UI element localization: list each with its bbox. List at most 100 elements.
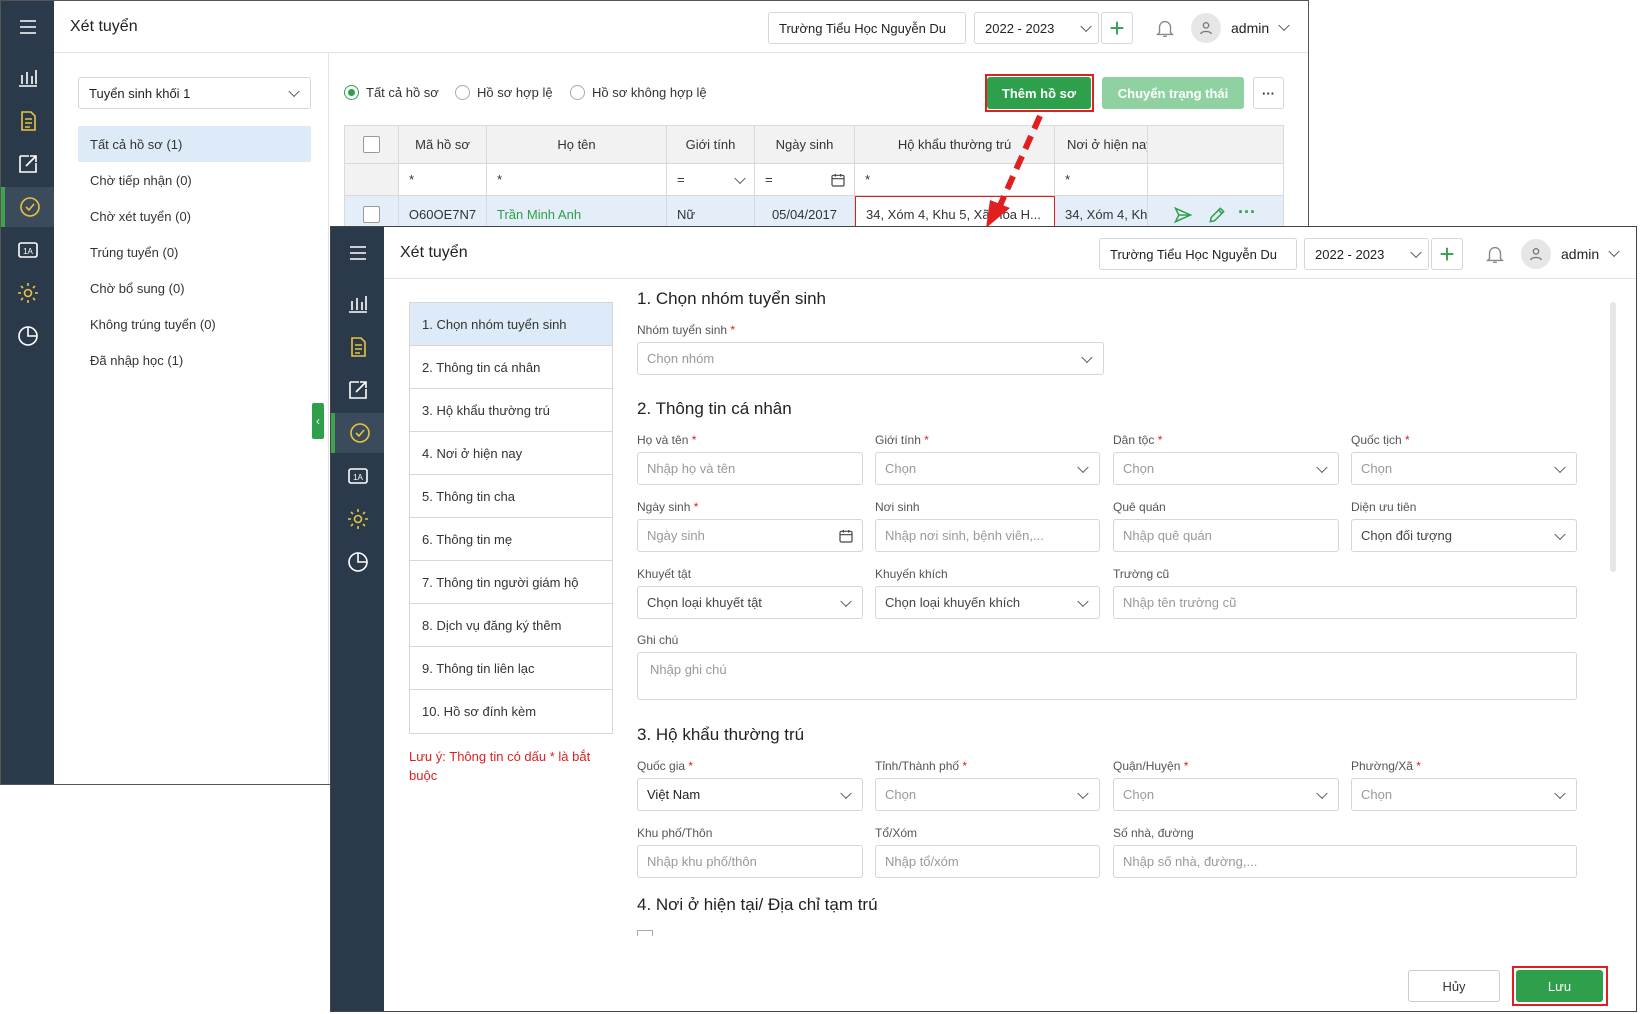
step-item[interactable]: 5. Thông tin cha xyxy=(410,475,612,518)
step-item[interactable]: 2. Thông tin cá nhân xyxy=(410,346,612,389)
cancel-button[interactable]: Hủy xyxy=(1408,970,1500,1002)
add-year-button[interactable]: + xyxy=(1101,12,1133,44)
note-textarea[interactable]: Nhập ghi chú xyxy=(637,652,1577,700)
disability-select[interactable]: Chọn loại khuyết tật xyxy=(637,586,863,619)
user-name[interactable]: admin xyxy=(1561,246,1599,262)
step-item[interactable]: 9. Thông tin liên lạc xyxy=(410,647,612,690)
menu-icon[interactable] xyxy=(1,7,54,47)
street-input[interactable]: Nhập số nhà, đường,... xyxy=(1113,845,1577,878)
pie-chart-icon[interactable] xyxy=(1,316,54,356)
collapse-handle[interactable]: ‹ xyxy=(312,403,324,439)
pie-chart-icon[interactable] xyxy=(331,542,384,582)
column-header[interactable]: Họ tên xyxy=(487,126,667,163)
export-icon[interactable] xyxy=(1,144,54,184)
step-nav: 1. Chọn nhóm tuyển sinh 2. Thông tin cá … xyxy=(409,302,613,734)
avatar[interactable] xyxy=(1191,13,1221,43)
step-item[interactable]: 6. Thông tin mẹ xyxy=(410,518,612,561)
bell-icon[interactable] xyxy=(1154,17,1176,39)
nationality-select[interactable]: Chọn xyxy=(1351,452,1577,485)
school-select[interactable]: Trường Tiểu Học Nguyễn Du xyxy=(768,12,966,44)
tree-item[interactable]: Chờ tiếp nhận (0) xyxy=(78,162,311,198)
hamlet-input[interactable]: Nhập tổ/xóm xyxy=(875,845,1100,878)
menu-icon[interactable] xyxy=(331,233,384,273)
filter-cell[interactable]: = xyxy=(667,164,755,195)
encouragement-select[interactable]: Chọn loại khuyến khích xyxy=(875,586,1100,619)
step-item[interactable]: 3. Hộ khẩu thường trú xyxy=(410,389,612,432)
hometown-input[interactable]: Nhập quê quán xyxy=(1113,519,1339,552)
group-select[interactable]: Tuyển sinh khối 1 xyxy=(78,77,311,109)
birthplace-input[interactable]: Nhập nơi sinh, bệnh viên,... xyxy=(875,519,1100,552)
check-circle-icon[interactable] xyxy=(1,187,54,227)
full-name-input[interactable]: Nhập họ và tên xyxy=(637,452,863,485)
step-item[interactable]: 10. Hồ sơ đính kèm xyxy=(410,690,612,733)
column-header[interactable]: Ngày sinh xyxy=(755,126,855,163)
filter-cell[interactable]: = xyxy=(755,164,855,195)
calendar-icon[interactable] xyxy=(838,528,854,544)
change-status-button[interactable]: Chuyển trạng thái xyxy=(1102,77,1244,109)
column-header[interactable]: Nơi ở hiện nay xyxy=(1055,126,1148,163)
filter-valid[interactable]: Hồ sơ hợp lệ xyxy=(455,85,553,100)
class-icon[interactable]: 1A xyxy=(331,456,384,496)
edit-icon[interactable] xyxy=(1207,205,1227,225)
bell-icon[interactable] xyxy=(1484,243,1506,265)
filter-all[interactable]: Tất cả hồ sơ xyxy=(344,85,439,100)
column-header[interactable]: Giới tính xyxy=(667,126,755,163)
gender-select[interactable]: Chọn xyxy=(875,452,1100,485)
scrollbar[interactable] xyxy=(1610,302,1616,572)
filter-cell[interactable]: * xyxy=(487,164,667,195)
add-year-button[interactable]: + xyxy=(1431,238,1463,270)
year-select[interactable]: 2022 - 2023 xyxy=(974,12,1099,44)
dob-input[interactable]: Ngày sinh xyxy=(637,519,863,552)
tree-item[interactable]: Chờ xét tuyển (0) xyxy=(78,198,311,234)
dashboard-icon[interactable] xyxy=(331,284,384,324)
tree-item[interactable]: Đã nhập học (1) xyxy=(78,342,311,378)
filter-cell[interactable]: * xyxy=(399,164,487,195)
filter-cell[interactable]: * xyxy=(1055,164,1148,195)
step-item[interactable]: 1. Chọn nhóm tuyển sinh xyxy=(410,303,612,346)
gear-icon[interactable] xyxy=(331,499,384,539)
avatar[interactable] xyxy=(1521,239,1551,269)
tree-item[interactable]: Chờ bổ sung (0) xyxy=(78,270,311,306)
tree-item[interactable]: Không trúng tuyển (0) xyxy=(78,306,311,342)
send-icon[interactable] xyxy=(1173,205,1193,225)
gear-icon[interactable] xyxy=(1,273,54,313)
more-button[interactable]: ··· xyxy=(1253,77,1284,109)
ethnic-select[interactable]: Chọn xyxy=(1113,452,1339,485)
user-name[interactable]: admin xyxy=(1231,20,1269,36)
radio-label: Tất cả hồ sơ xyxy=(366,85,439,100)
tree-item[interactable]: Trúng tuyển (0) xyxy=(78,234,311,270)
ward-select[interactable]: Chọn xyxy=(1351,778,1577,811)
chevron-down-icon xyxy=(1077,787,1089,799)
school-select[interactable]: Trường Tiểu Học Nguyễn Du xyxy=(1099,238,1297,270)
area-input[interactable]: Nhập khu phố/thôn xyxy=(637,845,863,878)
class-icon[interactable]: 1A xyxy=(1,230,54,270)
step-item[interactable]: 4. Nơi ở hiện nay xyxy=(410,432,612,475)
priority-select[interactable]: Chọn đối tượng xyxy=(1351,519,1577,552)
document-icon[interactable] xyxy=(331,327,384,367)
country-select[interactable]: Việt Nam xyxy=(637,778,863,811)
field-label: Nhóm tuyển sinh * xyxy=(637,323,736,337)
province-select[interactable]: Chọn xyxy=(875,778,1100,811)
select-all-checkbox[interactable] xyxy=(363,136,380,153)
side-rail: 1A xyxy=(331,227,384,1011)
year-select[interactable]: 2022 - 2023 xyxy=(1304,238,1429,270)
row-checkbox[interactable] xyxy=(363,205,380,223)
district-select[interactable]: Chọn xyxy=(1113,778,1339,811)
filter-invalid[interactable]: Hồ sơ không hợp lệ xyxy=(570,85,707,100)
column-header[interactable]: Mã hồ sơ xyxy=(399,126,487,163)
placeholder: Chọn đối tượng xyxy=(1361,528,1452,543)
select-all-cell xyxy=(345,126,399,163)
dashboard-icon[interactable] xyxy=(1,58,54,98)
calendar-icon[interactable] xyxy=(830,172,846,188)
step-item[interactable]: 7. Thông tin người giám hộ xyxy=(410,561,612,604)
export-icon[interactable] xyxy=(331,370,384,410)
group-select[interactable]: Chọn nhóm xyxy=(637,342,1104,375)
checkbox[interactable] xyxy=(637,930,653,936)
check-circle-icon[interactable] xyxy=(331,413,384,453)
old-school-input[interactable]: Nhập tên trường cũ xyxy=(1113,586,1577,619)
document-icon[interactable] xyxy=(1,101,54,141)
row-more-icon[interactable]: ··· xyxy=(1238,202,1256,223)
step-item[interactable]: 8. Dịch vụ đăng ký thêm xyxy=(410,604,612,647)
svg-text:1A: 1A xyxy=(353,473,363,482)
tree-item[interactable]: Tất cả hồ sơ (1) xyxy=(78,126,311,162)
